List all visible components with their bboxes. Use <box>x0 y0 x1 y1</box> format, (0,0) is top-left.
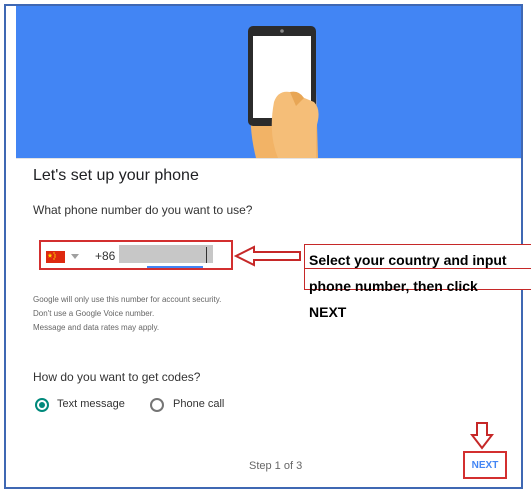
radio-text-message[interactable] <box>35 398 49 412</box>
radio-label-text-message[interactable]: Text message <box>57 398 125 410</box>
phone-number-input[interactable] <box>119 245 213 263</box>
disclaimer-line-3: Message and data rates may apply. <box>33 323 160 332</box>
arrow-left-icon <box>234 245 301 267</box>
country-code: +86 <box>95 249 116 263</box>
phone-input-group: +86 <box>39 240 233 270</box>
radio-phone-call[interactable] <box>150 398 164 412</box>
china-flag-icon[interactable] <box>46 251 65 263</box>
phone-illustration <box>248 26 319 158</box>
step-indicator: Step 1 of 3 <box>249 460 303 472</box>
page-title: Let's set up your phone <box>33 167 199 184</box>
disclaimer-line-2: Don't use a Google Voice number. <box>33 309 155 318</box>
arrow-down-icon <box>470 422 494 450</box>
country-dropdown-icon[interactable] <box>71 254 79 259</box>
next-highlight: NEXT <box>463 451 507 479</box>
text-caret <box>206 247 207 263</box>
input-focus-underline <box>147 266 203 268</box>
callout-text: Select your country and input phone numb… <box>309 247 531 325</box>
disclaimer-line-1: Google will only use this number for acc… <box>33 295 222 304</box>
callout-line-1: Select your country and input <box>309 252 507 268</box>
next-button[interactable]: NEXT <box>465 453 505 477</box>
callout-line-2: phone number, then click <box>309 278 478 294</box>
phone-question: What phone number do you want to use? <box>33 203 253 217</box>
callout-line-3: NEXT <box>309 304 347 320</box>
header-divider <box>16 158 521 159</box>
radio-label-phone-call[interactable]: Phone call <box>173 398 224 410</box>
hero-banner <box>16 6 521 158</box>
disclaimer: Google will only use this number for acc… <box>33 293 221 335</box>
codes-question: How do you want to get codes? <box>33 370 201 384</box>
